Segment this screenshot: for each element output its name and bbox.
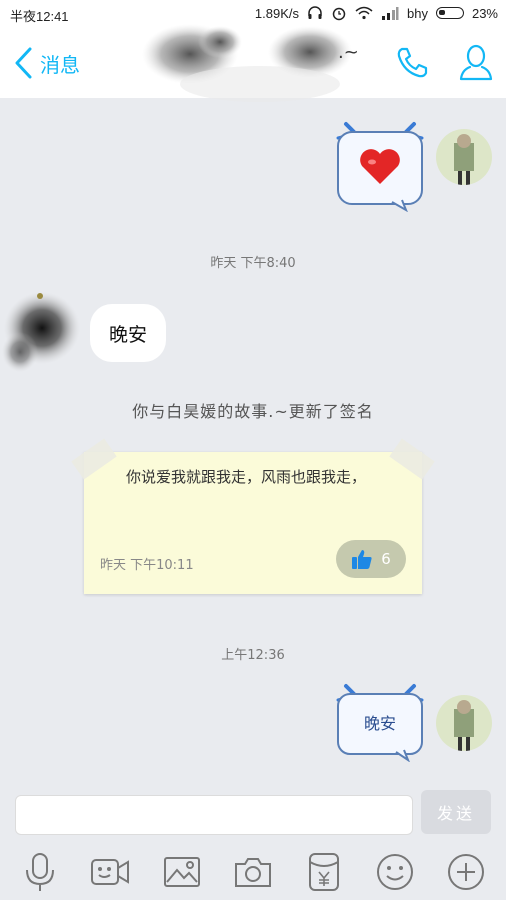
received-message-text: 晚安 xyxy=(108,323,147,346)
like-button[interactable]: 6 xyxy=(336,540,406,578)
my-avatar[interactable] xyxy=(436,695,492,751)
wifi-icon xyxy=(355,6,373,20)
status-icons: 1.89K/s bhy 23% xyxy=(255,5,498,21)
back-label: 消息 xyxy=(40,52,80,77)
signature-text: 你说爱我就跟我走，风雨也跟我走， xyxy=(126,468,367,486)
carrier: bhy xyxy=(407,5,428,21)
red-packet-icon[interactable] xyxy=(304,852,344,892)
battery-level: 23% xyxy=(471,5,498,21)
battery-icon xyxy=(435,7,464,19)
sent-heart-bubble[interactable] xyxy=(332,116,428,212)
input-toolbar xyxy=(0,842,506,900)
input-bar: 发送 xyxy=(0,780,506,842)
image-icon[interactable] xyxy=(162,852,202,892)
like-count: 6 xyxy=(381,550,391,568)
chat-header: 消息 .~ xyxy=(0,24,506,102)
profile-icon[interactable] xyxy=(458,44,494,82)
network-speed: 1.89K/s xyxy=(254,5,299,21)
back-chevron-icon xyxy=(15,47,32,79)
send-button[interactable]: 发送 xyxy=(421,790,491,834)
phone-icon[interactable] xyxy=(394,44,430,80)
back-button[interactable]: 消息 xyxy=(12,46,80,80)
sent-message-bubble[interactable]: 晚安 xyxy=(332,682,428,762)
plus-icon[interactable] xyxy=(446,852,486,892)
system-message: 你与白昊媛的故事.~更新了签名 xyxy=(132,402,374,421)
camera-icon[interactable] xyxy=(233,852,273,892)
my-avatar[interactable] xyxy=(436,129,492,185)
microphone-icon[interactable] xyxy=(20,852,60,892)
received-message-bubble[interactable]: 晚安 xyxy=(90,304,166,362)
timestamp: 昨天 下午8:40 xyxy=(210,256,296,271)
emoji-icon[interactable] xyxy=(375,852,415,892)
headphones-icon xyxy=(308,6,322,19)
signature-time: 昨天 下午10:11 xyxy=(100,558,194,573)
video-icon[interactable] xyxy=(90,852,130,892)
contact-name-artwork xyxy=(142,24,352,102)
status-time: 半夜12:41 xyxy=(10,9,69,24)
sent-message-text: 晚安 xyxy=(363,714,396,733)
tape-decoration xyxy=(389,438,435,480)
signal-icon xyxy=(382,7,399,20)
signature-card[interactable]: 你说爱我就跟我走，风雨也跟我走， 昨天 下午10:11 6 xyxy=(71,438,435,594)
contact-avatar[interactable] xyxy=(0,282,82,386)
message-input[interactable] xyxy=(15,795,413,835)
thumbs-up-icon xyxy=(352,550,372,569)
timestamp: 上午12:36 xyxy=(221,648,285,663)
contact-name-suffix: .~ xyxy=(338,42,359,63)
alarm-icon xyxy=(332,7,346,21)
